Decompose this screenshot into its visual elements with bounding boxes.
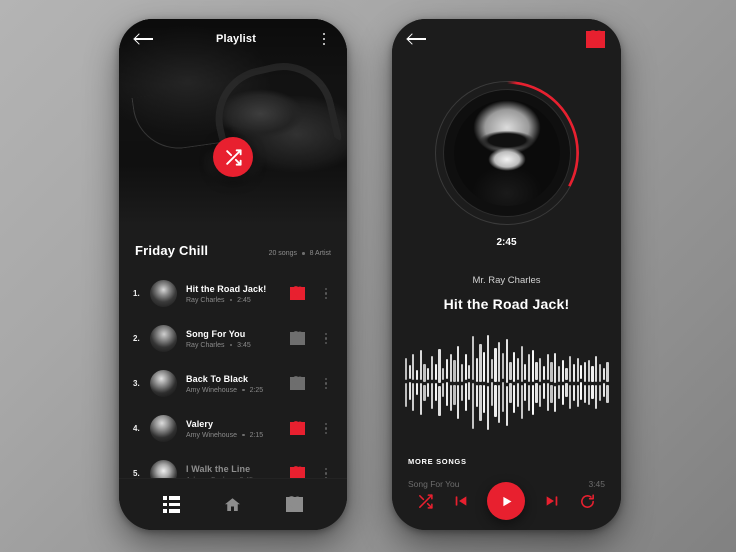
song-index: 2. [133, 334, 140, 343]
canvas: Playlist Friday Chill 20 songs 8 Artist … [0, 0, 736, 552]
playlist-meta: 20 songs 8 Artist [269, 250, 331, 257]
subtitle-separator-dot [241, 433, 245, 437]
playlist-title: Friday Chill [135, 243, 209, 258]
song-list: 1. Hit the Road Jack! Ray Charles 2:45 2. Son… [119, 271, 347, 487]
overflow-menu-icon[interactable] [317, 32, 331, 46]
now-playing-artist: Mr. Ray Charles [472, 275, 541, 286]
song-subtitle: Amy Winehouse 2:25 [186, 387, 290, 394]
heart-icon [290, 422, 305, 435]
song-thumbnail [150, 280, 177, 307]
song-title: Song For You [186, 328, 246, 339]
artist-photo [453, 100, 560, 206]
play-button[interactable] [487, 482, 526, 520]
playlist-header: Friday Chill 20 songs 8 Artist [119, 243, 347, 258]
song-duration: 2:45 [237, 296, 251, 304]
song-text: Back To Black Amy Winehouse 2:25 [186, 374, 290, 394]
waveform-seekbar[interactable] [404, 327, 609, 437]
song-overflow-icon[interactable] [319, 422, 333, 435]
songs-count: 20 songs [268, 250, 297, 257]
song-row[interactable]: 4. Valery Amy Winehouse 2:15 [133, 406, 333, 451]
home-icon [225, 497, 241, 511]
previous-icon [455, 496, 467, 506]
song-row[interactable]: 3. Back To Black Amy Winehouse 2:25 [133, 361, 333, 406]
shuffle-button[interactable] [213, 137, 253, 177]
more-songs-header: MORE SONGS [408, 457, 467, 466]
heart-icon [290, 377, 305, 390]
album-art-progress[interactable] [434, 81, 579, 225]
repeat-icon [580, 493, 594, 508]
back-arrow-icon[interactable] [408, 32, 428, 46]
meta-separator-dot [302, 252, 305, 255]
playlist-screen: Playlist Friday Chill 20 songs 8 Artist … [119, 19, 347, 530]
previous-button[interactable] [453, 493, 469, 509]
phone-playlist-screen: Playlist Friday Chill 20 songs 8 Artist … [119, 19, 347, 530]
song-overflow-icon[interactable] [319, 332, 333, 345]
song-duration: 2:25 [249, 386, 264, 394]
player-controls [392, 472, 621, 530]
song-thumbnail [150, 325, 177, 352]
play-icon [503, 496, 512, 506]
page-title: Playlist [215, 33, 257, 45]
subtitle-separator-dot [229, 343, 233, 347]
song-title: Hit the Road Jack! [186, 283, 267, 294]
song-artist: Amy Winehouse [186, 431, 237, 439]
player-screen: 2:45 Mr. Ray Charles Hit the Road Jack! … [392, 19, 621, 530]
song-title: Valery [186, 418, 214, 429]
bottom-navigation [119, 478, 347, 530]
subtitle-separator-dot [229, 298, 233, 302]
song-artist: Ray Charles [186, 296, 225, 304]
artists-count: 8 Artist [309, 250, 331, 257]
heart-icon [285, 497, 303, 512]
song-thumbnail [150, 415, 177, 442]
song-title: I Walk the Line [186, 463, 251, 474]
nav-item-playlists[interactable] [155, 494, 189, 516]
shuffle-icon [419, 493, 433, 509]
song-like-button[interactable] [290, 377, 305, 390]
now-playing-title: Hit the Road Jack! [443, 296, 570, 312]
song-like-button[interactable] [290, 287, 305, 300]
song-subtitle: Ray Charles 2:45 [186, 297, 290, 304]
song-duration: 3:45 [237, 341, 251, 349]
song-index: 1. [133, 289, 140, 298]
waveform-bar [606, 327, 610, 437]
shuffle-button[interactable] [417, 493, 434, 510]
song-overflow-icon[interactable] [319, 377, 333, 390]
song-overflow-icon[interactable] [319, 287, 333, 300]
song-artist: Amy Winehouse [186, 386, 237, 394]
song-row[interactable]: 1. Hit the Road Jack! Ray Charles 2:45 [133, 271, 333, 316]
next-button[interactable] [544, 493, 560, 509]
nav-item-home[interactable] [216, 494, 250, 516]
player-topbar [392, 19, 621, 59]
heart-icon [290, 332, 305, 345]
next-icon [546, 496, 558, 506]
song-index: 4. [133, 424, 140, 433]
list-icon [163, 496, 181, 513]
song-thumbnail [150, 370, 177, 397]
heart-icon [290, 287, 305, 300]
subtitle-separator-dot [241, 388, 245, 392]
back-arrow-icon[interactable] [135, 32, 155, 46]
song-index: 3. [133, 379, 140, 388]
song-text: Hit the Road Jack! Ray Charles 2:45 [186, 284, 290, 304]
song-subtitle: Amy Winehouse 2:15 [186, 432, 290, 439]
repeat-button[interactable] [579, 493, 596, 510]
song-index: 5. [133, 469, 140, 478]
song-like-button[interactable] [290, 422, 305, 435]
like-heart-icon[interactable] [586, 30, 605, 48]
song-row[interactable]: 2. Song For You Ray Charles 3:45 [133, 316, 333, 361]
phone-player-screen: 2:45 Mr. Ray Charles Hit the Road Jack! … [392, 19, 621, 530]
song-duration: 2:15 [249, 431, 264, 439]
song-artist: Ray Charles [186, 341, 225, 349]
song-text: Valery Amy Winehouse 2:15 [186, 419, 290, 439]
elapsed-time: 2:45 [496, 237, 517, 248]
nav-item-favorites[interactable] [277, 494, 311, 516]
song-like-button[interactable] [290, 332, 305, 345]
song-text: Song For You Ray Charles 3:45 [186, 329, 290, 349]
playlist-topbar: Playlist [119, 19, 347, 59]
song-subtitle: Ray Charles 3:45 [186, 342, 290, 349]
song-title: Back To Black [186, 373, 249, 384]
shuffle-icon [225, 148, 242, 166]
